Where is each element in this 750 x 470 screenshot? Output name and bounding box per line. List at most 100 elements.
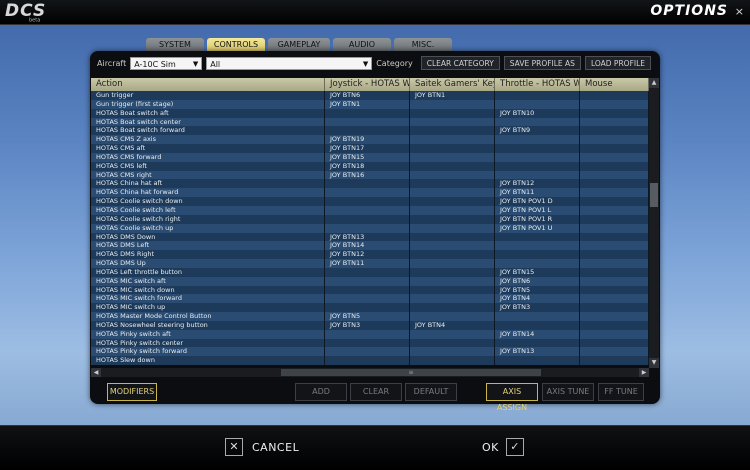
table-row[interactable]: Gun trigger (first stage) JOY BTN1 bbox=[91, 99, 649, 109]
modifiers-button[interactable]: MODIFIERS bbox=[107, 383, 157, 401]
cell-joystick[interactable]: JOY BTN18 bbox=[325, 161, 410, 171]
table-row[interactable]: HOTAS Left throttle button JOY BTN15 bbox=[91, 267, 649, 277]
cell-joystick[interactable]: JOY BTN11 bbox=[325, 259, 410, 268]
scroll-down-icon[interactable]: ▼ bbox=[649, 358, 659, 368]
clear-category-button[interactable]: CLEAR CATEGORY bbox=[420, 56, 500, 70]
cell-joystick[interactable]: JOY BTN13 bbox=[325, 232, 410, 242]
cell-action[interactable]: HOTAS Pinky switch forward bbox=[91, 347, 325, 357]
cell-action[interactable]: HOTAS Master Mode Control Button bbox=[91, 312, 325, 321]
cell-keyboard[interactable] bbox=[410, 285, 495, 295]
cell-throttle[interactable] bbox=[495, 312, 580, 321]
cell-keyboard[interactable] bbox=[410, 267, 495, 277]
table-row[interactable]: HOTAS MIC switch down JOY BTN5 bbox=[91, 285, 649, 295]
cell-throttle[interactable] bbox=[495, 338, 580, 348]
cell-keyboard[interactable] bbox=[410, 179, 495, 189]
cell-joystick[interactable] bbox=[325, 214, 410, 224]
cell-throttle[interactable] bbox=[495, 161, 580, 171]
cell-joystick[interactable] bbox=[325, 126, 410, 136]
cell-joystick[interactable] bbox=[325, 179, 410, 189]
cell-action[interactable]: HOTAS CMS left bbox=[91, 161, 325, 171]
cell-keyboard[interactable] bbox=[410, 152, 495, 162]
cell-keyboard[interactable] bbox=[410, 259, 495, 268]
cell-throttle[interactable] bbox=[495, 241, 580, 251]
cell-joystick[interactable]: JOY BTN6 bbox=[325, 91, 410, 100]
cell-joystick[interactable] bbox=[325, 356, 410, 366]
scroll-up-icon[interactable]: ▲ bbox=[649, 78, 659, 88]
cell-mouse[interactable] bbox=[580, 250, 649, 260]
cell-joystick[interactable] bbox=[325, 205, 410, 215]
cell-mouse[interactable] bbox=[580, 329, 649, 339]
table-row[interactable]: HOTAS DMS Down JOY BTN13 bbox=[91, 232, 649, 242]
scroll-right-icon[interactable]: ▶ bbox=[639, 368, 649, 377]
cell-throttle[interactable] bbox=[495, 91, 580, 100]
cell-joystick[interactable]: JOY BTN17 bbox=[325, 144, 410, 153]
column-header-throttle[interactable]: Throttle - HOTAS Warthog bbox=[495, 78, 580, 91]
axis-assign-button[interactable]: AXIS ASSIGN bbox=[486, 383, 538, 412]
table-row[interactable]: HOTAS CMS aft JOY BTN17 bbox=[91, 144, 649, 153]
cell-keyboard[interactable]: JOY BTN4 bbox=[410, 320, 495, 330]
cell-joystick[interactable] bbox=[325, 303, 410, 313]
cell-mouse[interactable] bbox=[580, 144, 649, 153]
save-profile-as-button[interactable]: SAVE PROFILE AS bbox=[503, 56, 581, 70]
cell-joystick[interactable] bbox=[325, 108, 410, 118]
table-row[interactable]: HOTAS CMS Z axis JOY BTN19 bbox=[91, 135, 649, 145]
cell-keyboard[interactable] bbox=[410, 241, 495, 251]
default-button[interactable]: DEFAULT bbox=[405, 383, 457, 401]
cell-mouse[interactable] bbox=[580, 126, 649, 136]
cell-keyboard[interactable] bbox=[410, 108, 495, 118]
cell-throttle[interactable] bbox=[495, 170, 580, 180]
cell-throttle[interactable] bbox=[495, 152, 580, 162]
cell-mouse[interactable] bbox=[580, 312, 649, 321]
aircraft-select[interactable]: A-10C Sim ▼ bbox=[130, 56, 203, 70]
cell-action[interactable]: HOTAS Boat switch aft bbox=[91, 108, 325, 118]
cell-action[interactable]: HOTAS DMS Down bbox=[91, 232, 325, 242]
cell-throttle[interactable]: JOY BTN14 bbox=[495, 329, 580, 339]
cell-joystick[interactable] bbox=[325, 188, 410, 198]
table-row[interactable]: HOTAS MIC switch forward JOY BTN4 bbox=[91, 294, 649, 304]
column-header-action[interactable]: Action bbox=[91, 78, 325, 91]
cell-mouse[interactable] bbox=[580, 303, 649, 313]
ff-tune-button[interactable]: FF TUNE bbox=[598, 383, 644, 401]
cell-keyboard[interactable] bbox=[410, 161, 495, 171]
clear-button[interactable]: CLEAR bbox=[350, 383, 402, 401]
table-row[interactable]: HOTAS CMS left JOY BTN18 bbox=[91, 161, 649, 171]
cell-action[interactable]: HOTAS MIC switch aft bbox=[91, 276, 325, 286]
cell-keyboard[interactable] bbox=[410, 329, 495, 339]
cell-throttle[interactable]: JOY BTN11 bbox=[495, 188, 580, 198]
cancel-button[interactable]: ✕ CANCEL bbox=[225, 437, 299, 457]
cell-joystick[interactable]: JOY BTN14 bbox=[325, 241, 410, 251]
cell-throttle[interactable]: JOY BTN5 bbox=[495, 285, 580, 295]
table-row[interactable]: HOTAS Boat switch center bbox=[91, 117, 649, 127]
table-row[interactable]: HOTAS Coolie switch right JOY BTN POV1 R bbox=[91, 214, 649, 224]
table-row[interactable]: HOTAS Nosewheel steering button JOY BTN3 J… bbox=[91, 320, 649, 330]
cell-keyboard[interactable] bbox=[410, 347, 495, 357]
horizontal-scrollbar[interactable]: ◀ ≡ ▶ bbox=[91, 368, 649, 377]
cell-mouse[interactable] bbox=[580, 108, 649, 118]
table-row[interactable]: HOTAS Boat switch aft JOY BTN10 bbox=[91, 108, 649, 118]
cell-mouse[interactable] bbox=[580, 267, 649, 277]
table-row[interactable]: HOTAS China hat forward JOY BTN11 bbox=[91, 188, 649, 198]
close-icon[interactable]: × bbox=[735, 5, 744, 18]
cell-throttle[interactable] bbox=[495, 135, 580, 145]
cell-mouse[interactable] bbox=[580, 170, 649, 180]
cell-action[interactable]: HOTAS Pinky switch aft bbox=[91, 329, 325, 339]
cell-mouse[interactable] bbox=[580, 214, 649, 224]
cell-throttle[interactable]: JOY BTN9 bbox=[495, 126, 580, 136]
table-row[interactable]: HOTAS MIC switch up JOY BTN3 bbox=[91, 303, 649, 313]
cell-throttle[interactable] bbox=[495, 259, 580, 268]
cell-action[interactable]: HOTAS Coolie switch left bbox=[91, 205, 325, 215]
cell-mouse[interactable] bbox=[580, 161, 649, 171]
cell-action[interactable]: HOTAS DMS Right bbox=[91, 250, 325, 260]
cell-mouse[interactable] bbox=[580, 152, 649, 162]
cell-action[interactable]: HOTAS Left throttle button bbox=[91, 267, 325, 277]
cell-throttle[interactable] bbox=[495, 144, 580, 153]
scroll-thumb[interactable] bbox=[650, 183, 658, 207]
cell-action[interactable]: HOTAS Coolie switch right bbox=[91, 214, 325, 224]
cell-keyboard[interactable] bbox=[410, 144, 495, 153]
cell-keyboard[interactable] bbox=[410, 303, 495, 313]
cell-keyboard[interactable] bbox=[410, 170, 495, 180]
cell-keyboard[interactable] bbox=[410, 135, 495, 145]
cell-keyboard[interactable] bbox=[410, 126, 495, 136]
cell-action[interactable]: HOTAS Pinky switch center bbox=[91, 338, 325, 348]
table-row[interactable]: HOTAS MIC switch aft JOY BTN6 bbox=[91, 276, 649, 286]
